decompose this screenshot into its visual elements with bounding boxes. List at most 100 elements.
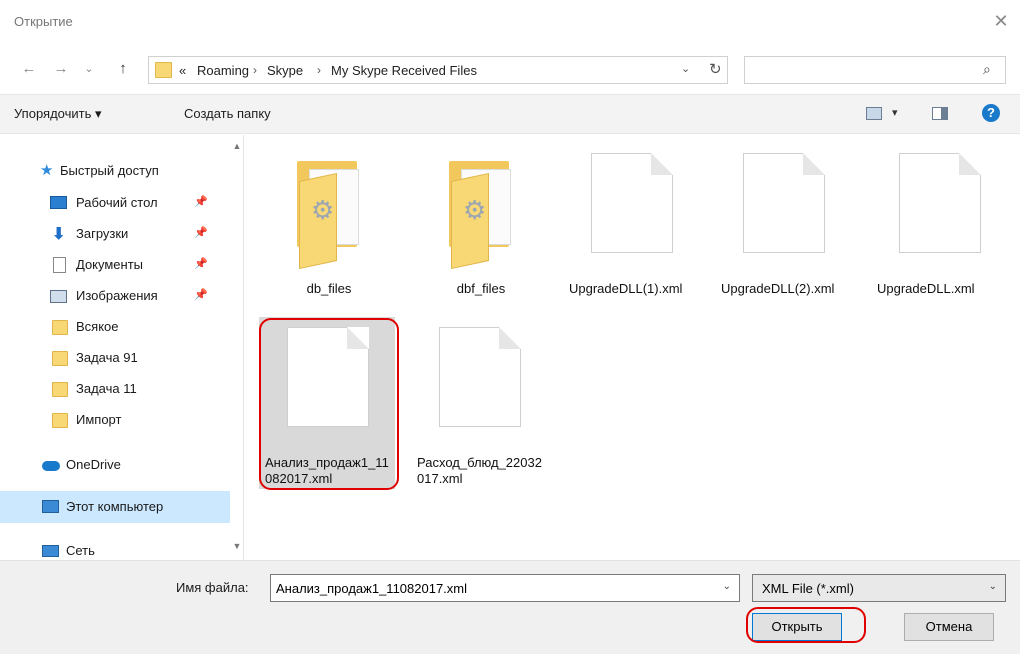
sidebar-item-downloads[interactable]: ⬇ Загрузки 📌 xyxy=(0,220,230,248)
breadcrumb-received-files[interactable]: My Skype Received Files xyxy=(331,63,477,78)
sidebar-item-this-pc[interactable]: Этот компьютер xyxy=(0,491,230,523)
address-dropdown-icon[interactable]: ⌄ xyxy=(681,62,690,75)
document-icon xyxy=(439,327,521,427)
sidebar-item-import[interactable]: Импорт xyxy=(0,406,230,434)
sidebar-item-label: Документы xyxy=(76,257,144,272)
folder-icon xyxy=(155,62,172,78)
document-icon xyxy=(743,153,825,253)
file-name: Расход_блюд_22032017.xml xyxy=(417,455,542,486)
title-bar: Открытие ✕ xyxy=(0,0,1020,44)
highlight-ring xyxy=(746,607,866,643)
sidebar-item-label: Загрузки xyxy=(76,226,129,241)
breadcrumb-skype[interactable]: Skype xyxy=(267,63,303,78)
help-icon[interactable]: ? xyxy=(982,104,1000,122)
cancel-button[interactable]: Отмена xyxy=(904,613,994,641)
sidebar-item-network[interactable]: Сеть xyxy=(0,537,230,560)
folder-icon xyxy=(52,382,68,397)
documents-icon xyxy=(53,257,66,273)
download-icon: ⬇ xyxy=(52,226,66,243)
file-item[interactable]: UpgradeDLL.xml xyxy=(871,143,1007,315)
pin-icon: 📌 xyxy=(194,196,208,208)
address-bar[interactable]: « Roaming › Skype › My Skype Received Fi… xyxy=(148,56,728,84)
view-dropdown-icon[interactable]: ▾ xyxy=(892,106,898,119)
filename-input[interactable]: Анализ_продаж1_11082017.xml ⌄ xyxy=(270,574,740,602)
search-icon[interactable]: ⌕ xyxy=(983,61,991,78)
filetype-value: XML File (*.xml) xyxy=(762,581,854,596)
folder-icon xyxy=(52,320,68,335)
sidebar-item-label: Импорт xyxy=(76,412,122,427)
computer-icon xyxy=(42,500,59,513)
pin-icon: 📌 xyxy=(194,289,208,301)
sidebar-scrollbar[interactable] xyxy=(230,135,243,560)
view-mode-icon[interactable] xyxy=(866,107,882,120)
sidebar-item-label: Задача 91 xyxy=(76,350,138,365)
sidebar-item-label: Всякое xyxy=(76,319,119,334)
file-name: UpgradeDLL(1).xml xyxy=(569,281,683,296)
sidebar-item-label: Изображения xyxy=(76,288,158,303)
preview-pane-icon[interactable] xyxy=(932,107,948,120)
document-icon xyxy=(899,153,981,253)
file-item[interactable]: UpgradeDLL(2).xml xyxy=(715,143,851,315)
file-name: UpgradeDLL.xml xyxy=(877,281,975,296)
up-icon[interactable]: ↑ xyxy=(112,58,134,80)
breadcrumb-separator[interactable]: › xyxy=(253,63,257,77)
sidebar-item-quick-access[interactable]: ★ Быстрый доступ xyxy=(0,157,230,185)
pictures-icon xyxy=(50,290,67,303)
sidebar-item-label: Рабочий стол xyxy=(76,195,158,210)
gear-icon: ⚙ xyxy=(311,195,335,225)
sidebar-item-label: Сеть xyxy=(66,543,95,558)
window-title: Открытие xyxy=(14,14,73,29)
pin-icon: 📌 xyxy=(194,258,208,270)
filename-value: Анализ_продаж1_11082017.xml xyxy=(276,581,468,596)
new-folder-button[interactable]: Создать папку xyxy=(184,106,271,121)
file-item[interactable]: Расход_блюд_22032017.xml xyxy=(411,317,547,489)
breadcrumb-separator[interactable]: › xyxy=(317,63,321,77)
gear-icon: ⚙ xyxy=(463,195,487,225)
file-name: dbf_files xyxy=(456,281,506,296)
file-name: UpgradeDLL(2).xml xyxy=(721,281,835,296)
file-name: db_files xyxy=(306,281,352,296)
file-item[interactable]: UpgradeDLL(1).xml xyxy=(563,143,699,315)
sidebar-item-task-11[interactable]: Задача 11 xyxy=(0,375,230,403)
breadcrumb-prefix[interactable]: « xyxy=(179,63,186,78)
sidebar-item-label: OneDrive xyxy=(66,457,121,472)
highlight-ring xyxy=(259,318,399,490)
sidebar-item-label: Задача 11 xyxy=(76,381,137,396)
sidebar-item-pictures[interactable]: Изображения 📌 xyxy=(0,282,230,310)
chevron-down-icon[interactable]: ⌄ xyxy=(989,581,997,592)
folder-item[interactable]: ⚙ dbf_files xyxy=(411,143,547,315)
command-bar: Упорядочить ▾ Создать папку ▾ ? xyxy=(0,94,1020,134)
chevron-down-icon[interactable]: ⌄ xyxy=(723,581,731,592)
sidebar-item-documents[interactable]: Документы 📌 xyxy=(0,251,230,279)
file-list: ⚙ db_files ⚙ dbf_files UpgradeDLL(1).xml… xyxy=(245,135,1020,560)
recent-locations-icon[interactable]: ⌄ xyxy=(78,58,100,80)
pin-icon: 📌 xyxy=(194,227,208,239)
filetype-select[interactable]: XML File (*.xml) ⌄ xyxy=(752,574,1006,602)
sidebar-item-desktop[interactable]: Рабочий стол 📌 xyxy=(0,189,230,217)
navigation-pane: ★ Быстрый доступ Рабочий стол 📌 ⬇ Загруз… xyxy=(0,135,244,560)
folder-icon xyxy=(52,351,68,366)
sidebar-item-label: Этот компьютер xyxy=(66,499,164,514)
back-icon[interactable]: ← xyxy=(18,58,40,80)
sidebar-item-onedrive[interactable]: OneDrive xyxy=(0,451,230,479)
folder-item[interactable]: ⚙ db_files xyxy=(259,143,395,315)
forward-icon[interactable]: → xyxy=(50,58,72,80)
search-input[interactable]: ⌕ xyxy=(744,56,1006,84)
filename-label: Имя файла: xyxy=(176,580,249,595)
breadcrumb-roaming[interactable]: Roaming xyxy=(197,63,249,78)
network-icon xyxy=(42,545,59,557)
organize-button[interactable]: Упорядочить ▾ xyxy=(14,106,102,122)
document-icon xyxy=(591,153,673,253)
folder-icon xyxy=(52,413,68,428)
onedrive-icon xyxy=(42,461,60,471)
sidebar-item-label: Быстрый доступ xyxy=(60,163,159,178)
desktop-icon xyxy=(50,196,67,209)
scroll-down-icon[interactable]: ▼ xyxy=(230,539,243,553)
refresh-icon[interactable]: ↻ xyxy=(709,60,722,78)
dialog-footer: Имя файла: Анализ_продаж1_11082017.xml ⌄… xyxy=(0,560,1020,654)
sidebar-item-vsyakoe[interactable]: Всякое xyxy=(0,313,230,341)
close-icon[interactable]: ✕ xyxy=(990,10,1012,32)
star-icon: ★ xyxy=(40,162,54,179)
sidebar-item-task-91[interactable]: Задача 91 xyxy=(0,344,230,372)
scroll-up-icon[interactable]: ▲ xyxy=(230,139,243,153)
